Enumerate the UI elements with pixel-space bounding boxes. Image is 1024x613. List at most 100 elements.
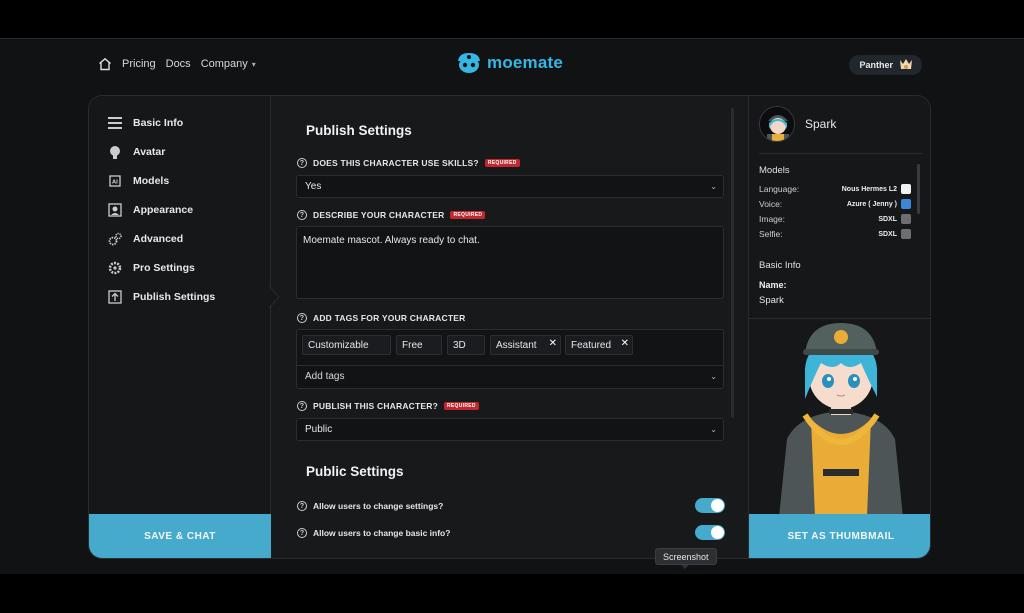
character-header: Spark [759, 106, 836, 142]
character-portrait [749, 318, 930, 516]
model-row-value: SDXL [878, 230, 897, 238]
avatar [759, 106, 795, 142]
model-row-label: Selfie: [759, 229, 783, 239]
sidebar-item-models[interactable]: AI Models [89, 166, 270, 195]
sidebar-item-label: Publish Settings [133, 290, 216, 303]
username: Panther [859, 60, 893, 70]
tag-chip[interactable]: Customizable [302, 335, 391, 355]
list-icon [107, 115, 123, 131]
skills-select[interactable]: Yes ⌄ [296, 175, 724, 198]
ai-chip-icon: AI [107, 173, 123, 189]
sidebar-item-label: Avatar [133, 145, 166, 158]
save-and-chat-button[interactable]: SAVE & CHAT [89, 514, 271, 558]
describe-textarea[interactable]: Moemate mascot. Always ready to chat. [296, 226, 724, 299]
nav-pricing[interactable]: Pricing [122, 58, 156, 70]
sidebar-item-avatar[interactable]: Avatar [89, 137, 270, 166]
tag-chip[interactable]: 3D [447, 335, 485, 355]
app-window: Pricing Docs Company ▾ moemate Panther Ba… [0, 38, 1024, 574]
toggle-row-settings: ? Allow users to change settings? [297, 498, 725, 513]
toggle-row-basic-info: ? Allow users to change basic info? [297, 525, 725, 540]
tag-label: Customizable [308, 339, 369, 351]
set-thumbnail-button[interactable]: SET AS THUMBMAIL [749, 514, 930, 558]
toggle-label: Allow users to change basic info? [313, 528, 451, 538]
model-row-language: Language: Nous Hermes L2 [759, 184, 911, 194]
portrait-icon [107, 202, 123, 218]
logo[interactable]: moemate [455, 51, 563, 75]
user-menu[interactable]: Panther [849, 55, 922, 75]
tag-chip[interactable]: Featured ✕ [565, 335, 633, 355]
sidebar-item-label: Advanced [133, 232, 184, 245]
model-row-label: Voice: [759, 199, 783, 209]
form-scrollbar[interactable] [731, 108, 734, 418]
character-preview-panel: Spark Models Language: Nous Hermes L2 Vo… [748, 96, 930, 558]
basic-info-heading: Basic Info [759, 260, 801, 271]
model-row-value: SDXL [878, 215, 897, 223]
panel-scrollbar[interactable] [917, 164, 920, 214]
nav-company[interactable]: Company ▾ [201, 58, 256, 70]
sidebar-item-advanced[interactable]: Advanced [89, 224, 270, 253]
tags-label: ADD TAGS FOR YOUR CHARACTER [313, 313, 466, 323]
tag-label: 3D [453, 339, 466, 351]
divider [297, 365, 723, 366]
publish-value: Public [305, 424, 333, 435]
top-nav: Pricing Docs Company ▾ [98, 57, 256, 71]
help-icon[interactable]: ? [297, 313, 307, 323]
sidebar-item-label: Basic Info [133, 116, 184, 129]
required-badge: REQUIRED [450, 211, 486, 219]
character-name: Spark [805, 117, 837, 131]
chevron-down-icon: ⌄ [710, 372, 717, 381]
section-title-publish: Publish Settings [306, 123, 412, 138]
sidebar-item-basic-info[interactable]: Basic Info [89, 108, 270, 137]
tooltip-arrow [681, 565, 689, 569]
tag-label: Assistant [496, 339, 537, 351]
required-badge: REQUIRED [484, 159, 520, 167]
tags-question: ? ADD TAGS FOR YOUR CHARACTER [297, 313, 465, 323]
remove-tag-icon[interactable]: ✕ [549, 338, 557, 349]
section-title-public: Public Settings [306, 464, 404, 479]
tag-label: Featured [571, 339, 612, 351]
publish-select[interactable]: Public ⌄ [296, 418, 724, 441]
gears-icon [107, 231, 123, 247]
head-icon [107, 144, 123, 160]
help-icon[interactable]: ? [297, 501, 307, 511]
avatar [898, 57, 914, 73]
publish-question: ? PUBLISH THIS CHARACTER? REQUIRED [297, 401, 479, 411]
toggle-label: Allow users to change settings? [313, 501, 444, 511]
chevron-down-icon: ⌄ [710, 425, 717, 434]
required-badge: REQUIRED [444, 402, 479, 410]
publish-label: PUBLISH THIS CHARACTER? [313, 401, 439, 411]
mascot-logo-icon [458, 53, 480, 73]
home-icon[interactable] [98, 57, 112, 71]
models-heading: Models [759, 165, 790, 176]
skills-value: Yes [305, 181, 322, 192]
model-row-selfie: Selfie: SDXL [759, 229, 911, 239]
tag-chip[interactable]: Assistant ✕ [490, 335, 561, 355]
nav-docs[interactable]: Docs [166, 58, 191, 70]
allow-settings-toggle[interactable] [695, 498, 725, 513]
help-icon[interactable]: ? [297, 528, 307, 538]
add-tags-dropdown[interactable]: Add tags [305, 371, 344, 382]
upload-icon [107, 289, 123, 305]
allow-basic-info-toggle[interactable] [695, 525, 725, 540]
skills-label: DOES THIS CHARACTER USE SKILLS? [313, 158, 479, 168]
help-icon[interactable]: ? [297, 158, 307, 168]
nav-company-label: Company [200, 58, 248, 70]
chevron-down-icon: ⌄ [710, 182, 717, 191]
name-label: Name: [759, 280, 787, 290]
language-model-icon [901, 184, 911, 194]
model-row-value: Azure ( Jenny ) [846, 200, 897, 208]
help-icon[interactable]: ? [297, 401, 307, 411]
help-icon[interactable]: ? [297, 210, 307, 220]
describe-label: DESCRIBE YOUR CHARACTER [313, 210, 445, 220]
sidebar-item-label: Pro Settings [133, 261, 195, 274]
remove-tag-icon[interactable]: ✕ [621, 338, 629, 349]
sidebar-item-publish-settings[interactable]: Publish Settings [89, 282, 270, 311]
skills-question: ? DOES THIS CHARACTER USE SKILLS? REQUIR… [297, 158, 520, 168]
sidebar-item-label: Appearance [133, 203, 194, 216]
tags-input[interactable]: Customizable Free 3D Assistant ✕ Featured… [296, 329, 724, 389]
sidebar-item-pro-settings[interactable]: Pro Settings [89, 253, 270, 282]
model-row-value: Nous Hermes L2 [841, 185, 897, 193]
sidebar-item-appearance[interactable]: Appearance [89, 195, 270, 224]
svg-text:AI: AI [112, 179, 118, 185]
tag-chip[interactable]: Free [396, 335, 442, 355]
